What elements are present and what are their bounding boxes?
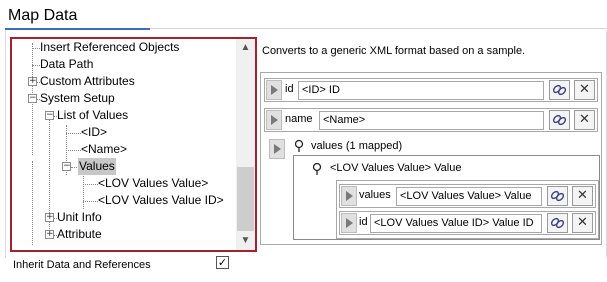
lov-value-group: values <LOV Values Value> Value ✕ id <LO… xyxy=(336,180,599,239)
page-title: Map Data xyxy=(8,7,78,24)
scrollbar-thumb[interactable] xyxy=(237,167,254,231)
expand-icon[interactable]: + xyxy=(28,77,37,86)
tree-item-label: System Setup xyxy=(40,91,115,105)
values-group: <LOV Values Value> Value values <LOV Val… xyxy=(293,155,600,240)
tree-item-label: Attribute xyxy=(57,227,102,241)
link-icon xyxy=(550,190,565,202)
tree-connector xyxy=(32,161,33,245)
pin-icon xyxy=(294,139,304,152)
tree-item-label: Custom Attributes xyxy=(40,74,135,88)
tree-item-label: <Name> xyxy=(81,142,128,156)
inherit-data-label: Inherit Data and References xyxy=(13,259,151,271)
mapping-row-id: id <ID> ID ✕ xyxy=(264,78,598,102)
collapse-icon[interactable]: − xyxy=(62,162,71,171)
mapping-value-field[interactable]: <LOV Values Value ID> Value ID xyxy=(370,214,542,233)
expand-icon[interactable]: + xyxy=(45,230,54,239)
mapping-value-field[interactable]: <Name> xyxy=(319,111,544,130)
field-name: id xyxy=(359,216,368,228)
map-link-button[interactable] xyxy=(547,213,568,233)
tree-item-label: List of Values xyxy=(57,108,129,122)
tree-item-label: <ID> xyxy=(81,125,108,139)
format-description: Converts to a generic XML format based o… xyxy=(262,45,526,57)
drag-handle-icon[interactable] xyxy=(341,186,357,206)
title-divider xyxy=(150,28,607,29)
collapse-icon[interactable]: − xyxy=(45,111,54,120)
tree-item-label: Data Path xyxy=(40,57,94,71)
field-name: id xyxy=(285,83,294,95)
tree-item-label-selected: Values xyxy=(78,158,116,175)
scroll-down-arrow-icon[interactable]: ▼ xyxy=(236,234,255,248)
drag-handle-icon[interactable] xyxy=(341,213,357,233)
delete-button[interactable]: ✕ xyxy=(572,213,593,233)
map-link-button[interactable] xyxy=(549,110,570,130)
inherit-data-checkbox[interactable]: ✓ xyxy=(216,256,229,269)
tree-item-label: Unit Info xyxy=(57,210,102,224)
map-link-button[interactable] xyxy=(549,80,570,100)
mapping-value-field[interactable]: <LOV Values Value> Value xyxy=(396,187,542,206)
field-name: values xyxy=(359,189,391,201)
pin-icon xyxy=(312,162,322,175)
field-name: name xyxy=(285,113,313,125)
mapping-row-name: name <Name> ✕ xyxy=(264,108,598,132)
link-icon xyxy=(552,84,567,96)
drag-handle-icon[interactable] xyxy=(266,80,282,100)
mapping-row-values: values <LOV Values Value> Value ✕ xyxy=(339,184,596,208)
mapping-panel: id <ID> ID ✕ name <Name> ✕ values (1 map… xyxy=(260,72,602,245)
delete-button[interactable]: ✕ xyxy=(572,186,593,206)
lov-group-label: <LOV Values Value> Value xyxy=(330,162,462,174)
scroll-up-arrow-icon[interactable]: ▲ xyxy=(236,41,255,55)
delete-button[interactable]: ✕ xyxy=(574,80,595,100)
data-tree-panel: Insert Referenced Objects Data Path + Cu… xyxy=(10,37,257,252)
link-icon xyxy=(550,217,565,229)
values-group-label: values (1 mapped) xyxy=(311,140,403,152)
tree-item-label: Insert Referenced Objects xyxy=(40,40,180,54)
drag-handle-icon[interactable] xyxy=(266,110,282,130)
link-icon xyxy=(552,114,567,126)
delete-button[interactable]: ✕ xyxy=(574,110,595,130)
mapping-row-value-id: id <LOV Values Value ID> Value ID ✕ xyxy=(339,211,596,235)
map-link-button[interactable] xyxy=(547,186,568,206)
expand-icon[interactable]: + xyxy=(45,213,54,222)
tree-item-label: <LOV Values Value> xyxy=(98,176,209,190)
drag-handle-icon[interactable] xyxy=(269,139,285,159)
tree-connector xyxy=(83,176,84,209)
collapse-icon[interactable]: − xyxy=(28,94,37,103)
mapping-value-field[interactable]: <ID> ID xyxy=(298,81,544,100)
tree-item-label: <LOV Values Value ID> xyxy=(98,193,224,207)
